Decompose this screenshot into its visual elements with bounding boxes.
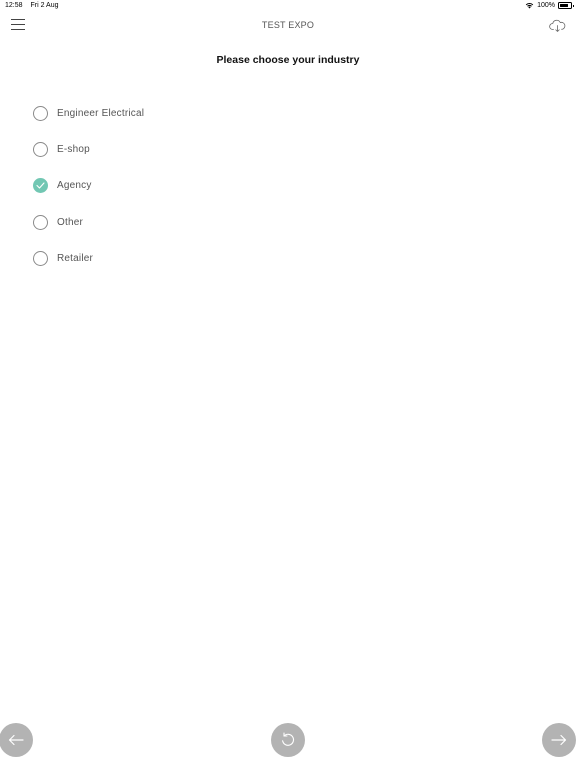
battery-icon [558,2,574,9]
status-time: 12:58 [5,2,23,9]
arrow-left-icon [8,734,24,746]
battery-percentage: 100% [537,2,555,9]
option-e-shop[interactable]: E-shop [33,131,144,167]
option-label: E-shop [57,143,90,155]
radio-unchecked[interactable] [33,105,48,121]
option-engineer-electrical[interactable]: Engineer Electrical [33,95,144,131]
radio-unchecked[interactable] [33,141,48,157]
radio-unchecked[interactable] [33,214,48,230]
question-title: Please choose your industry [216,54,360,66]
battery-fill [560,4,568,7]
navigation-bar: TEST EXPO [0,12,576,40]
wifi-icon [525,2,534,9]
nav-title: TEST EXPO [261,20,315,30]
option-label: Retailer [57,252,94,264]
back-button[interactable] [0,723,33,757]
next-button[interactable] [542,723,576,757]
option-retailer[interactable]: Retailer [33,240,144,276]
cloud-sync-icon[interactable] [549,19,566,33]
status-right: 100% [525,2,574,9]
radio-checked[interactable] [33,178,48,194]
refresh-icon [282,732,295,746]
option-label: Engineer Electrical [57,107,145,119]
arrow-right-icon [551,734,567,746]
options-list: Engineer Electrical E-shop Agency Other Reta… [33,95,144,276]
option-other[interactable]: Other [33,204,144,240]
survey-page: 12:58 Fri 2 Aug 100% TEST EXPO Please ch… [0,0,576,768]
reset-button[interactable] [271,723,305,757]
option-agency[interactable]: Agency [33,168,144,204]
status-date: Fri 2 Aug [30,2,59,9]
status-bar: 12:58 Fri 2 Aug 100% [0,0,576,12]
check-icon [36,182,45,189]
option-label: Other [57,216,84,228]
radio-unchecked[interactable] [33,250,48,266]
option-label: Agency [57,180,92,192]
status-left: 12:58 Fri 2 Aug [5,2,65,9]
